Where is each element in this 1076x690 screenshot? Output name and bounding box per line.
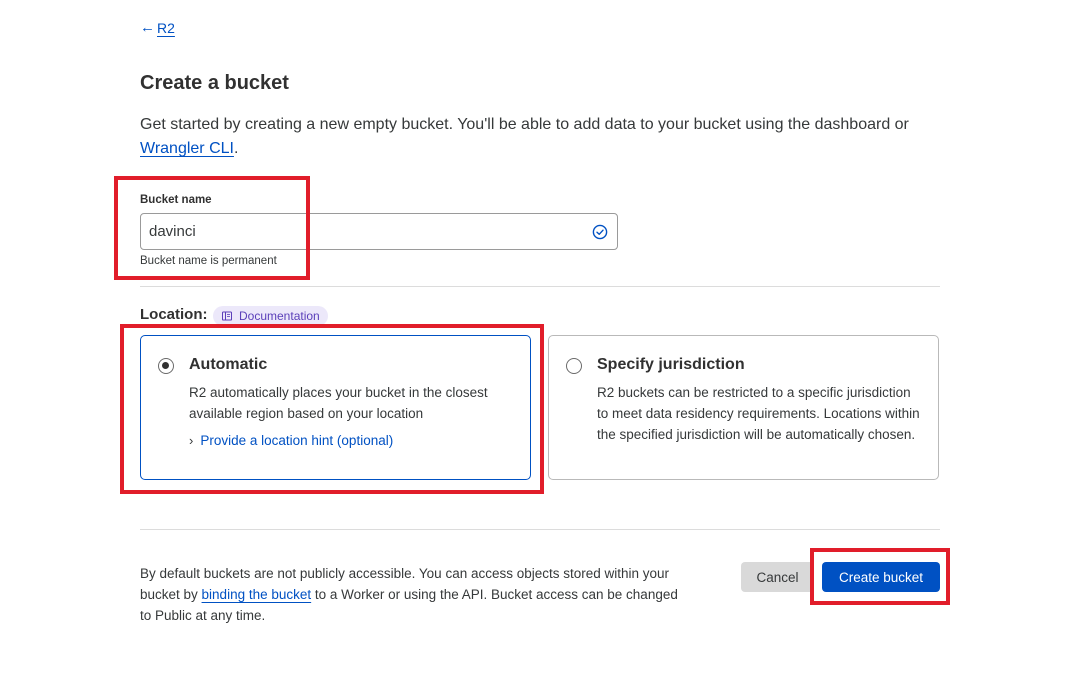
bucket-name-hint: Bucket name is permanent [140, 255, 277, 267]
location-hint-label: Provide a location hint (optional) [200, 433, 394, 448]
back-arrow-icon: ← [140, 19, 155, 36]
cancel-button[interactable]: Cancel [741, 562, 814, 592]
location-option-jurisdiction[interactable]: Specify jurisdiction R2 buckets can be r… [548, 335, 939, 480]
location-label: Location: [140, 306, 208, 323]
check-circle-icon [592, 224, 608, 240]
page-title: Create a bucket [140, 72, 289, 94]
chevron-right-icon: › [189, 433, 194, 448]
wrangler-cli-link[interactable]: Wrangler CLI [140, 140, 234, 157]
create-bucket-button[interactable]: Create bucket [822, 562, 940, 592]
radio-automatic[interactable] [158, 358, 174, 374]
book-icon [222, 311, 232, 321]
bucket-name-field[interactable] [140, 213, 618, 250]
back-link-label: R2 [157, 19, 175, 36]
binding-the-bucket-link[interactable]: binding the bucket [202, 587, 312, 602]
intro-text-end: . [233, 140, 239, 157]
option-description: R2 automatically places your bucket in t… [189, 385, 488, 421]
intro-text: Get started by creating a new empty buck… [140, 113, 930, 161]
option-title: Specify jurisdiction [597, 356, 745, 373]
access-note: By default buckets are not publicly acce… [140, 563, 680, 626]
intro-text-body: Get started by creating a new empty buck… [140, 116, 909, 133]
location-hint-link[interactable]: › Provide a location hint (optional) [189, 433, 393, 448]
documentation-badge-label: Documentation [239, 309, 320, 323]
divider [140, 529, 940, 530]
back-link[interactable]: ← R2 [140, 19, 175, 36]
option-title: Automatic [189, 356, 268, 373]
bucket-name-input[interactable] [141, 214, 577, 249]
radio-jurisdiction[interactable] [566, 358, 582, 374]
bucket-name-label: Bucket name [140, 194, 212, 206]
divider [140, 286, 940, 287]
option-description: R2 buckets can be restricted to a specif… [597, 385, 920, 442]
location-option-automatic[interactable]: Automatic R2 automatically places your b… [140, 335, 531, 480]
documentation-badge[interactable]: Documentation [213, 306, 328, 326]
